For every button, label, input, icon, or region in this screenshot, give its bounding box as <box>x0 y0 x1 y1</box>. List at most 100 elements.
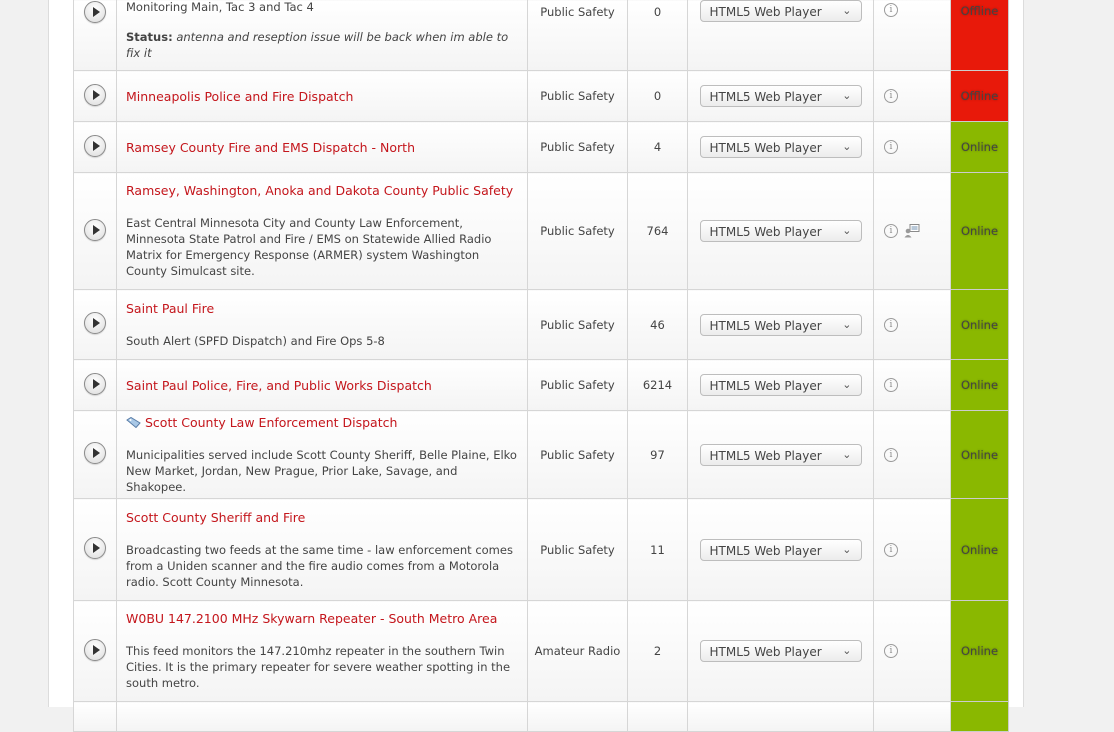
chevron-down-icon: ⌄ <box>842 378 852 391</box>
player-select[interactable]: HTML5 Web Player ⌄ <box>699 374 862 396</box>
feed-info-cell: Minneapolis Police and Fire Dispatch <box>116 70 528 122</box>
extra-cell: i <box>873 410 951 499</box>
player-select-label: HTML5 Web Player <box>709 225 822 239</box>
feed-title-link[interactable]: Scott County Sheriff and Fire <box>126 510 305 525</box>
play-button-icon[interactable] <box>84 372 106 395</box>
play-button-icon[interactable] <box>84 312 106 334</box>
player-select[interactable]: HTML5 Web Player ⌄ <box>699 443 862 466</box>
play-cell <box>73 701 117 732</box>
info-icon[interactable]: i <box>884 224 898 239</box>
extra-cell: i <box>873 289 951 360</box>
player-select[interactable]: HTML5 Web Player ⌄ <box>699 538 862 561</box>
play-cell <box>73 172 117 290</box>
listeners-cell: 6214 <box>627 359 688 411</box>
listeners-cell: 97 <box>627 410 688 499</box>
chevron-down-icon: ⌄ <box>842 317 852 331</box>
table-row: Ramsey County Fire and EMS Dispatch - No… <box>73 121 1009 173</box>
feed-title-link[interactable]: Saint Paul Police, Fire, and Public Work… <box>126 378 432 393</box>
play-button-icon[interactable] <box>84 442 106 464</box>
extra-cell <box>873 701 951 732</box>
listeners-cell <box>627 701 688 732</box>
player-cell: HTML5 Web Player ⌄ <box>687 121 874 173</box>
info-icon[interactable]: i <box>884 378 898 393</box>
feed-title-link[interactable]: Ramsey, Washington, Anoka and Dakota Cou… <box>126 183 513 198</box>
player-select[interactable]: HTML5 Web Player ⌄ <box>699 85 862 107</box>
feed-table: Monitoring Main, Tac 3 and Tac 4 Status:… <box>73 0 1009 732</box>
status-label: Status: <box>126 30 173 44</box>
player-select-label: HTML5 Web Player <box>709 379 822 393</box>
feed-title-link[interactable]: Ramsey County Fire and EMS Dispatch - No… <box>126 140 415 155</box>
play-cell <box>73 359 117 411</box>
chevron-down-icon: ⌄ <box>842 224 852 237</box>
feed-description: Broadcasting two feeds at the same time … <box>126 542 513 589</box>
play-cell <box>73 70 117 122</box>
status-badge: Online <box>950 498 1009 601</box>
genre-cell: Public Safety <box>527 498 628 601</box>
play-button-icon[interactable] <box>84 134 106 157</box>
feed-title-link[interactable]: W0BU 147.2100 MHz Skywarn Repeater - Sou… <box>126 611 497 626</box>
feed-description: This feed monitors the 147.210mhz repeat… <box>126 644 511 690</box>
info-icon[interactable]: i <box>884 2 898 17</box>
tag-icon <box>126 416 141 428</box>
extra-cell: i <box>873 70 951 122</box>
feed-title-link[interactable]: Scott County Law Enforcement Dispatch <box>145 415 397 430</box>
extra-cell: i <box>873 359 951 411</box>
player-cell: HTML5 Web Player ⌄ <box>687 410 874 499</box>
player-select-label: HTML5 Web Player <box>709 318 822 333</box>
play-button-icon[interactable] <box>84 83 106 106</box>
feed-description: East Central Minnesota City and County L… <box>126 216 492 278</box>
genre-cell: Public Safety <box>527 121 628 173</box>
genre-cell: Public Safety <box>527 172 628 290</box>
player-select-label: HTML5 Web Player <box>709 543 822 558</box>
listeners-cell: 0 <box>627 70 688 122</box>
listeners-cell: 764 <box>627 172 688 290</box>
player-select[interactable]: HTML5 Web Player ⌄ <box>699 0 862 22</box>
genre-cell <box>527 701 628 732</box>
listeners-cell: 46 <box>627 289 688 360</box>
feed-info-cell: Scott County Law Enforcement Dispatch Mu… <box>116 410 528 499</box>
feed-info-cell: Ramsey County Fire and EMS Dispatch - No… <box>116 121 528 173</box>
chevron-down-icon: ⌄ <box>842 644 852 657</box>
info-icon[interactable]: i <box>884 644 898 659</box>
feed-description: South Alert (SPFD Dispatch) and Fire Ops… <box>126 333 385 348</box>
dispatch-console-icon[interactable] <box>904 224 920 238</box>
play-button-icon[interactable] <box>84 638 106 661</box>
chevron-down-icon: ⌄ <box>842 4 852 17</box>
info-icon[interactable]: i <box>884 89 898 104</box>
table-row: Scott County Sheriff and Fire Broadcasti… <box>73 498 1009 601</box>
status-note-text: antenna and reseption issue will be back… <box>126 30 509 60</box>
listeners-cell: 11 <box>627 498 688 601</box>
status-badge: Online <box>950 121 1009 173</box>
feed-title-link[interactable]: Minneapolis Police and Fire Dispatch <box>126 89 353 104</box>
feed-description: Municipalities served include Scott Coun… <box>126 447 517 494</box>
info-icon[interactable]: i <box>884 542 898 557</box>
genre-cell: Public Safety <box>527 70 628 122</box>
player-cell: HTML5 Web Player ⌄ <box>687 70 874 122</box>
play-cell <box>73 498 117 601</box>
play-cell <box>73 121 117 173</box>
play-button-icon[interactable] <box>84 1 106 23</box>
info-icon[interactable]: i <box>884 447 898 462</box>
extra-cell: i <box>873 121 951 173</box>
extra-cell: i <box>873 498 951 601</box>
listeners-cell: 0 <box>627 0 688 71</box>
genre-cell: Public Safety <box>527 0 628 71</box>
play-button-icon[interactable] <box>84 218 106 241</box>
player-select-label: HTML5 Web Player <box>709 448 822 463</box>
status-badge: Offline <box>950 0 1009 71</box>
feed-title-link[interactable]: Saint Paul Fire <box>126 301 214 316</box>
player-select[interactable]: HTML5 Web Player ⌄ <box>699 313 862 336</box>
status-badge <box>950 701 1009 732</box>
player-cell: HTML5 Web Player ⌄ <box>687 172 874 290</box>
player-select[interactable]: HTML5 Web Player ⌄ <box>699 136 862 158</box>
info-icon[interactable]: i <box>884 317 898 332</box>
info-icon[interactable]: i <box>884 140 898 155</box>
status-badge: Offline <box>950 70 1009 122</box>
genre-cell: Public Safety <box>527 289 628 360</box>
player-select[interactable]: HTML5 Web Player ⌄ <box>699 220 862 242</box>
play-button-icon[interactable] <box>84 537 106 559</box>
status-badge: Online <box>950 359 1009 411</box>
feed-info-cell: Saint Paul Police, Fire, and Public Work… <box>116 359 528 411</box>
player-select[interactable]: HTML5 Web Player ⌄ <box>699 640 862 662</box>
player-select-label: HTML5 Web Player <box>709 141 822 155</box>
